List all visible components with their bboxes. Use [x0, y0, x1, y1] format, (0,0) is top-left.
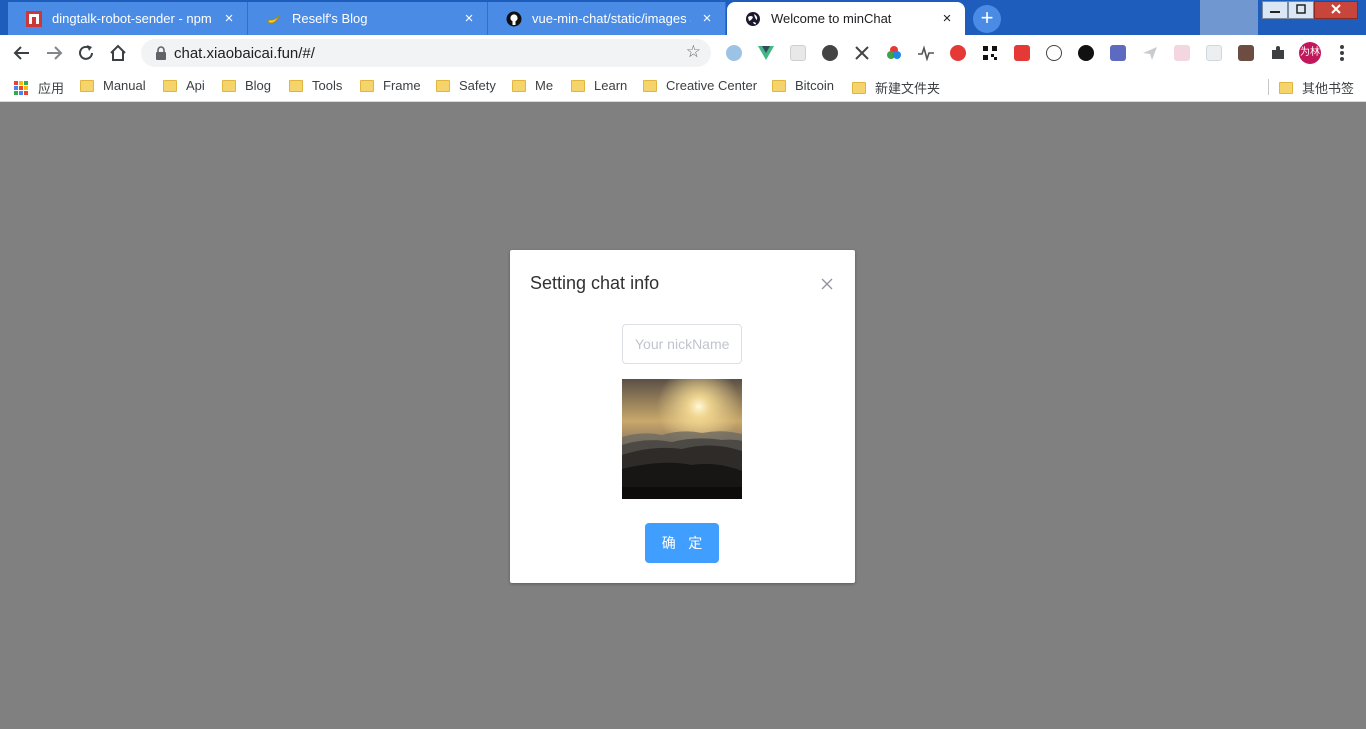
tab-close-icon[interactable]: ×: [461, 10, 477, 27]
npm-icon: [26, 10, 42, 27]
extension-icon[interactable]: [1206, 45, 1222, 61]
bookmark-label: Api: [186, 78, 205, 93]
tab-github[interactable]: vue-min-chat/static/images at ×: [488, 2, 726, 35]
folder-icon: [643, 79, 657, 92]
extension-icon[interactable]: [1238, 45, 1254, 61]
bookmarks-bar: 应用 Manual Api Blog Tools Frame Safety Me…: [0, 71, 1366, 102]
bookmark-label: 其他书签: [1302, 81, 1355, 96]
dialog-title: Setting chat info: [530, 273, 660, 293]
tab-close-icon[interactable]: ×: [221, 10, 237, 27]
bookmark-label: 应用: [38, 81, 65, 96]
tab-close-icon[interactable]: ×: [939, 10, 955, 27]
bookmark-label: Manual: [103, 78, 146, 93]
new-tab-button[interactable]: +: [973, 5, 1001, 33]
folder-icon: [222, 79, 236, 92]
reload-button[interactable]: [74, 41, 98, 65]
extension-icon[interactable]: [1110, 45, 1126, 61]
folder-icon: [289, 79, 303, 92]
extension-icon[interactable]: [790, 45, 806, 61]
bookmark-folder-creative-center[interactable]: Creative Center: [643, 78, 757, 93]
folder-icon: [571, 79, 585, 92]
tab-close-icon[interactable]: ×: [699, 10, 715, 27]
plane-icon[interactable]: [1142, 45, 1158, 61]
tab-npm[interactable]: dingtalk-robot-sender - npm ×: [8, 2, 248, 35]
bookmark-folder-learn[interactable]: Learn: [571, 78, 627, 93]
bookmark-star-icon[interactable]: ☆: [686, 42, 701, 62]
bookmark-folder-new[interactable]: 新建文件夹: [852, 78, 940, 97]
browser-menu-icon[interactable]: [1336, 41, 1348, 70]
restore-window-button[interactable]: [1288, 1, 1314, 19]
bookmarks-divider: [1268, 79, 1269, 95]
tab-blog[interactable]: Reself's Blog ×: [248, 2, 488, 35]
close-icon[interactable]: [819, 276, 835, 292]
extension-icon[interactable]: [1174, 45, 1190, 61]
folder-icon: [80, 79, 94, 92]
folder-icon: [360, 79, 374, 92]
banana-icon: [266, 11, 282, 27]
setting-chat-info-dialog: Setting chat info Your nickName 确 定: [510, 250, 855, 583]
bookmark-label: Safety: [459, 78, 496, 93]
bookmark-label: Frame: [383, 78, 421, 93]
confirm-button[interactable]: 确 定: [645, 523, 719, 563]
bookmark-label: 新建文件夹: [875, 81, 941, 96]
bookmark-label: Me: [535, 78, 554, 93]
folder-icon: [772, 79, 786, 92]
window-frame-decoration: [1200, 0, 1258, 35]
bookmark-folder-other[interactable]: 其他书签: [1279, 78, 1354, 97]
lock-icon: [155, 46, 167, 65]
tab-title: dingtalk-robot-sender - npm: [52, 11, 212, 26]
extensions-puzzle-icon[interactable]: [1270, 45, 1286, 61]
sunrise-mountain-image[interactable]: [622, 379, 742, 499]
browser-toolbar: chat.xiaobaicai.fun/#/ ☆ 为林: [0, 35, 1366, 71]
tab-title: vue-min-chat/static/images at: [532, 11, 691, 26]
folder-icon: [852, 81, 866, 94]
tab-minchat[interactable]: Welcome to minChat ×: [727, 2, 965, 35]
folder-icon: [163, 79, 177, 92]
bookmark-folder-bitcoin[interactable]: Bitcoin: [772, 78, 834, 93]
tools-icon[interactable]: [854, 45, 870, 61]
bookmark-folder-manual[interactable]: Manual: [80, 78, 146, 93]
profile-avatar[interactable]: 为林: [1299, 42, 1321, 64]
tab-title: Welcome to minChat: [771, 11, 892, 26]
extension-icon[interactable]: [726, 45, 742, 61]
forward-button[interactable]: [42, 41, 66, 65]
globe-icon: [745, 11, 761, 27]
extension-icon[interactable]: [1014, 45, 1030, 61]
bookmark-label: Creative Center: [666, 78, 758, 93]
vue-devtools-icon[interactable]: [758, 45, 774, 61]
bookmark-label: Tools: [312, 78, 343, 93]
bookmark-label: Bitcoin: [795, 78, 835, 93]
address-bar[interactable]: chat.xiaobaicai.fun/#/ ☆: [141, 39, 711, 67]
folder-icon: [1279, 81, 1293, 94]
bookmark-folder-api[interactable]: Api: [163, 78, 205, 93]
pulse-icon[interactable]: [918, 45, 934, 62]
bookmark-folder-frame[interactable]: Frame: [360, 78, 421, 93]
folder-icon: [436, 79, 450, 92]
tab-strip: dingtalk-robot-sender - npm × Reself's B…: [0, 0, 1366, 35]
bookmark-folder-safety[interactable]: Safety: [436, 78, 496, 93]
minimize-window-button[interactable]: [1262, 1, 1288, 19]
back-button[interactable]: [10, 41, 34, 65]
url-text: chat.xiaobaicai.fun/#/: [174, 45, 315, 62]
alien-icon[interactable]: [1078, 45, 1094, 61]
home-button[interactable]: [106, 41, 130, 65]
bookmark-apps[interactable]: 应用: [14, 78, 64, 97]
bookmark-folder-tools[interactable]: Tools: [289, 78, 342, 93]
close-window-button[interactable]: [1314, 1, 1358, 19]
dark-reader-icon[interactable]: [822, 45, 838, 61]
nickname-input[interactable]: [622, 324, 742, 364]
qr-code-icon[interactable]: [982, 45, 998, 61]
bookmark-folder-me[interactable]: Me: [512, 78, 553, 93]
bookmark-label: Learn: [594, 78, 628, 93]
tab-title: Reself's Blog: [292, 11, 368, 26]
bookmark-label: Blog: [245, 78, 272, 93]
folder-icon: [512, 79, 526, 92]
adblock-icon[interactable]: [950, 45, 966, 61]
bookmark-folder-blog[interactable]: Blog: [222, 78, 271, 93]
color-picker-icon[interactable]: [886, 45, 902, 61]
apps-grid-icon: [14, 80, 28, 95]
github-icon: [506, 11, 522, 27]
code-icon[interactable]: [1046, 45, 1062, 61]
